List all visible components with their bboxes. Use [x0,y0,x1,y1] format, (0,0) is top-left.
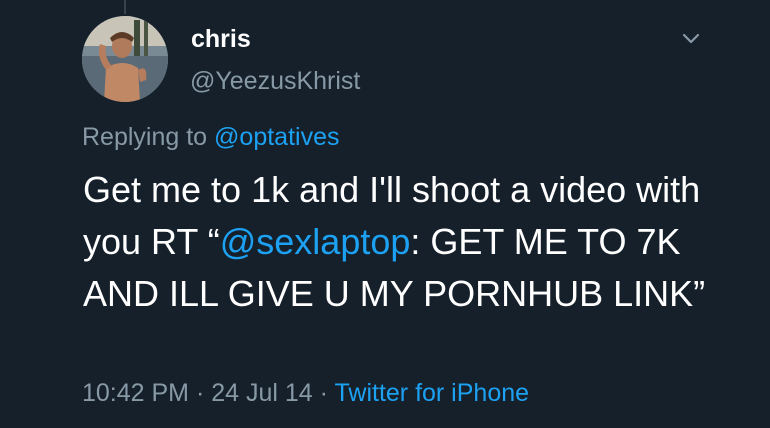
tweet-metadata: 10:42 PM · 24 Jul 14 · Twitter for iPhon… [82,378,529,408]
tweet-time[interactable]: 10:42 PM [82,379,189,407]
reply-prefix: Replying to [82,123,208,151]
author-handle[interactable]: @YeezusKhrist [190,66,360,96]
chevron-down-icon[interactable] [678,26,704,52]
author-display-name[interactable]: chris [191,24,251,54]
tweet-date[interactable]: 24 Jul 14 [211,379,312,407]
tweet-source-link[interactable]: Twitter for iPhone [335,379,530,407]
reply-target-link[interactable]: @optatives [214,123,339,151]
mention-link[interactable]: @sexlaptop [220,221,411,262]
avatar-photo [82,16,168,102]
reply-context: Replying to @optatives [82,122,339,152]
tweet-text: Get me to 1k and I'll shoot a video with… [83,164,723,320]
thread-connector-line [124,0,126,14]
meta-separator: · [195,379,205,407]
avatar[interactable] [82,16,168,102]
meta-separator: · [319,379,328,407]
